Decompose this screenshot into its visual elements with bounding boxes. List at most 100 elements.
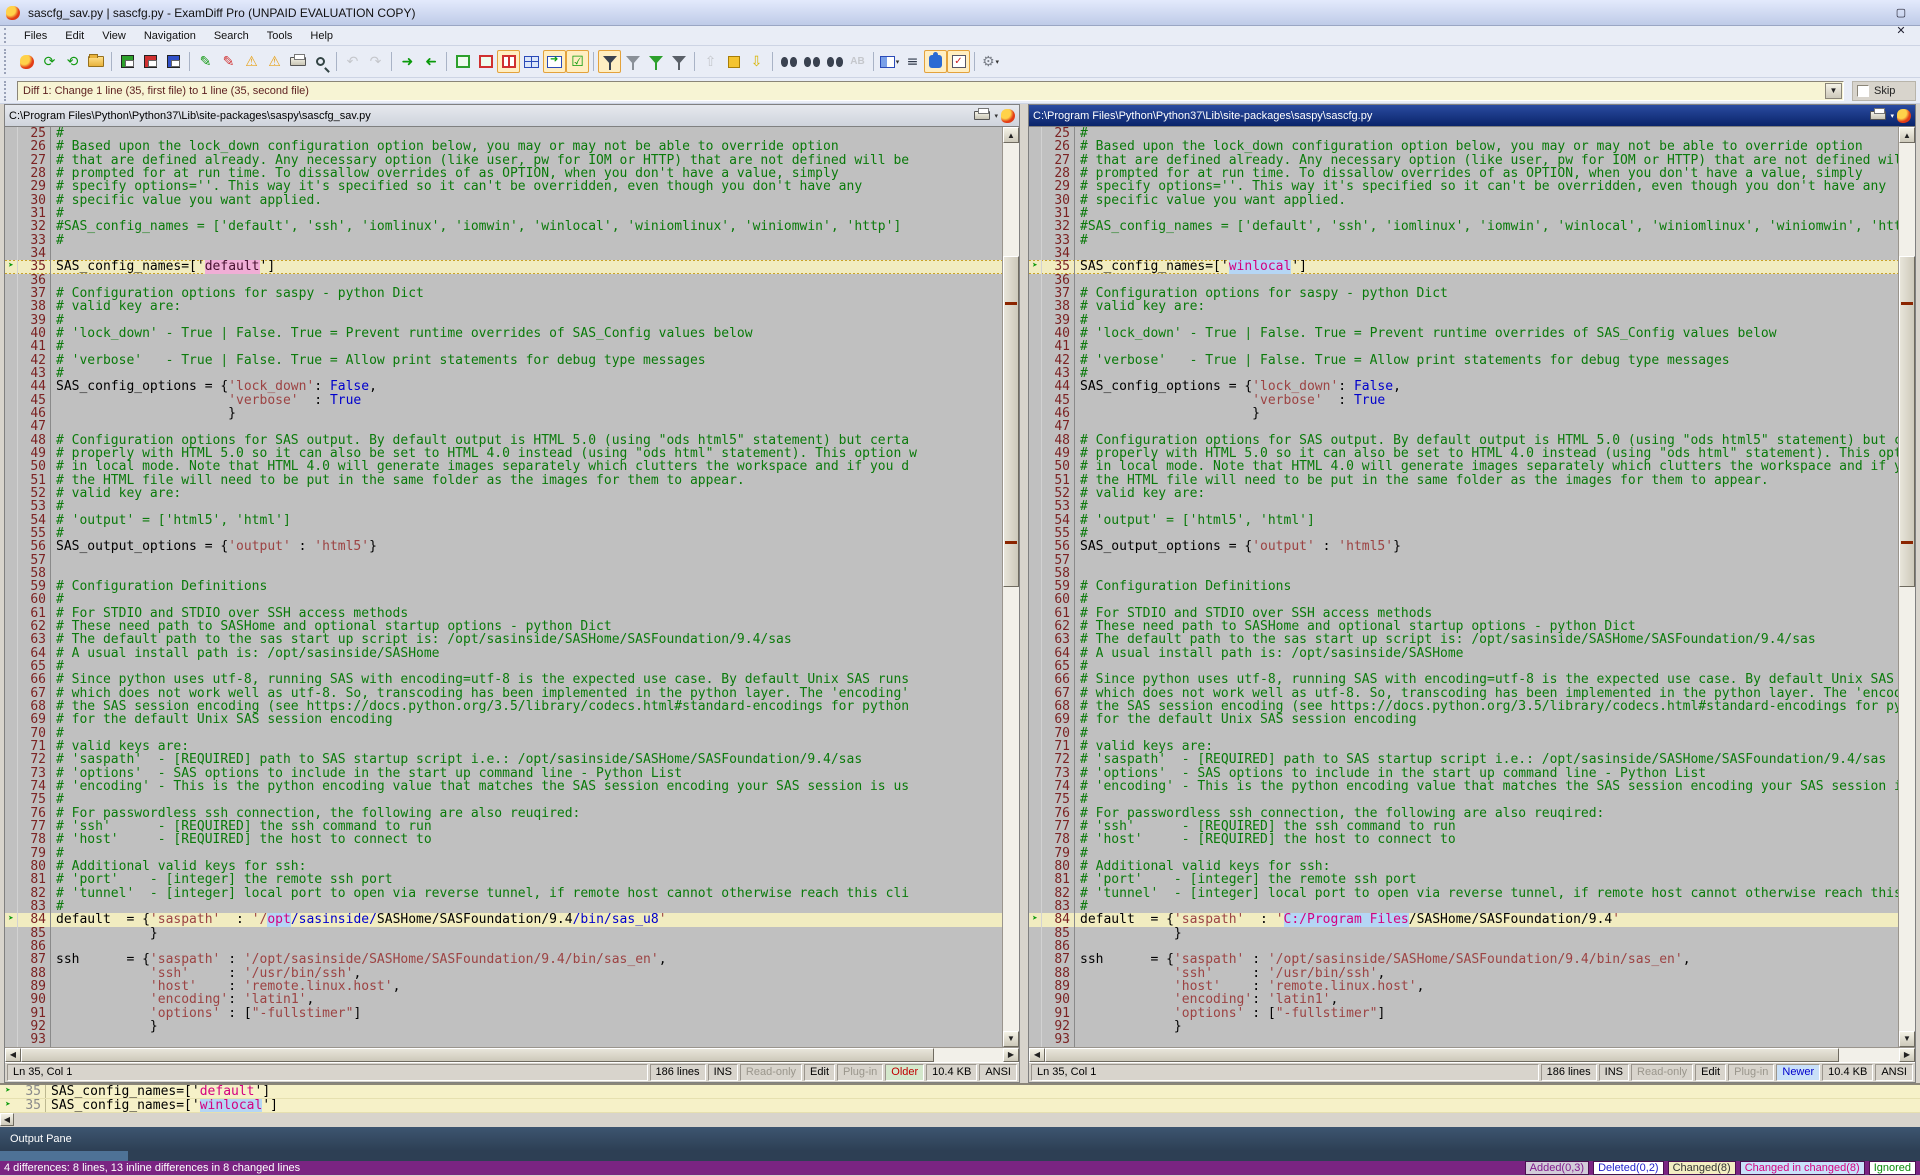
detail-scroll-left-icon[interactable]: ◀ [0,1113,14,1126]
diff-combo-dropdown-icon[interactable]: ▼ [1825,83,1842,99]
scrollbar-thumb[interactable] [1045,1048,1839,1062]
pane-header[interactable]: C:\Program Files\Python\Python37\Lib\sit… [1029,105,1915,126]
save-second-file-icon[interactable] [139,50,162,73]
output-pane-header[interactable]: Output Pane [0,1127,1920,1151]
scroll-down-icon[interactable]: ▼ [1003,1031,1019,1047]
code-line: 44SAS_config_options = {'lock_down': Fal… [5,380,1002,393]
line-number: 32 [1042,220,1075,233]
edit-options-icon[interactable]: ✓ [947,50,970,73]
panes-layout-icon[interactable]: ▾ [878,50,901,73]
filter-badge-cic[interactable]: Changed in changed(8) [1740,1161,1865,1175]
line-details-icon[interactable]: ≡ [901,50,924,73]
undo-icon[interactable]: ↶ [341,50,364,73]
horizontal-scrollbar[interactable]: ◀▶ [1029,1047,1915,1062]
sync-scrolling-icon[interactable] [543,50,566,73]
vertical-scrollbar[interactable]: ▲▼ [1002,127,1019,1047]
filter-badge-added[interactable]: Added(0,3) [1525,1161,1589,1175]
print-preview-icon[interactable] [309,50,332,73]
pane-compare-icon[interactable] [1001,109,1015,123]
code-editor[interactable]: 25#26# Based upon the lock_down configur… [1029,127,1898,1047]
backup-first-file-icon[interactable]: ⚠ [240,50,263,73]
line-number: 92 [1042,1020,1075,1033]
code-line: 61# For STDIO and STDIO over SSH access … [1029,607,1898,620]
last-difference-icon[interactable]: ⇩ [745,50,768,73]
filter-badge-deleted[interactable]: Deleted(0,2) [1593,1161,1664,1175]
toolbar-grip[interactable] [4,28,11,43]
code-text: # valid key are: [51,300,1002,313]
show-identical-lines-icon[interactable] [451,50,474,73]
vertical-scrollbar[interactable]: ▲▼ [1898,127,1915,1047]
pane-print-icon[interactable] [974,111,990,120]
close-button[interactable]: ✕ [1888,22,1914,40]
auto-recompare-icon[interactable]: ☑ [566,50,589,73]
menu-item-navigation[interactable]: Navigation [135,28,205,44]
scroll-left-icon[interactable]: ◀ [5,1048,21,1062]
open-files-icon[interactable] [84,50,107,73]
toolbar-grip[interactable] [4,81,11,101]
next-difference-icon[interactable]: ➜ [396,50,419,73]
status-cell-older: Older [885,1064,924,1081]
pane-print-dropdown-icon[interactable]: ▾ [994,112,998,120]
compare-files-icon[interactable] [15,50,38,73]
scrollbar-thumb[interactable] [21,1048,934,1062]
output-pane-tab[interactable] [0,1151,128,1161]
show-changed-lines-icon[interactable] [497,50,520,73]
skip-checkbox[interactable] [1857,85,1869,97]
filter-none-icon[interactable] [621,50,644,73]
horizontal-scrollbar[interactable]: ◀▶ [5,1047,1019,1062]
settings-icon[interactable]: ⚙▾ [979,50,1002,73]
split-view-icon[interactable] [520,50,543,73]
edit-first-file-icon[interactable]: ✎ [194,50,217,73]
menu-item-search[interactable]: Search [205,28,258,44]
scrollbar-thumb[interactable] [1003,256,1019,587]
filter-include-icon[interactable] [644,50,667,73]
menu-item-edit[interactable]: Edit [56,28,93,44]
menu-item-help[interactable]: Help [301,28,342,44]
output-pane-title: Output Pane [10,1133,72,1145]
save-both-files-icon[interactable] [162,50,185,73]
diff-detail-row[interactable]: ➤35SAS_config_names=['winlocal'] [0,1099,1920,1113]
edit-second-file-icon[interactable]: ✎ [217,50,240,73]
pane-compare-icon[interactable] [1897,109,1911,123]
pane-header[interactable]: C:\Program Files\Python\Python37\Lib\sit… [5,105,1019,126]
backup-second-file-icon[interactable]: ⚠ [263,50,286,73]
find-icon[interactable] [777,50,800,73]
filter-badge-ignored[interactable]: Ignored [1869,1161,1916,1175]
redo-icon[interactable]: ↷ [364,50,387,73]
prev-difference-icon[interactable]: ➜ [419,50,442,73]
plugins-icon[interactable] [924,50,947,73]
print-icon[interactable] [286,50,309,73]
scrollbar-thumb[interactable] [1899,256,1915,587]
pane-print-icon[interactable] [1870,111,1886,120]
toolbar-grip[interactable] [4,49,11,74]
current-diff-combo[interactable]: Diff 1: Change 1 line (35, first file) t… [17,81,1844,101]
scroll-right-icon[interactable]: ▶ [1003,1048,1019,1062]
save-first-file-icon[interactable] [116,50,139,73]
menu-item-files[interactable]: Files [15,28,56,44]
filter-exclude-icon[interactable] [667,50,690,73]
pane-print-dropdown-icon[interactable]: ▾ [1890,112,1894,120]
refresh-files-icon[interactable]: ⟲ [61,50,84,73]
code-line: 63# The default path to the sas start up… [5,633,1002,646]
current-difference-icon[interactable] [722,50,745,73]
filter-badge-changed[interactable]: Changed(8) [1668,1161,1736,1175]
code-editor[interactable]: 25#26# Based upon the lock_down configur… [5,127,1002,1047]
maximize-button[interactable]: ▢ [1888,4,1914,22]
scroll-right-icon[interactable]: ▶ [1899,1048,1915,1062]
show-deleted-lines-icon[interactable] [474,50,497,73]
line-number: 63 [18,633,51,646]
filter-show-all-icon[interactable] [598,50,621,73]
scroll-up-icon[interactable]: ▲ [1899,127,1915,143]
scroll-down-icon[interactable]: ▼ [1899,1031,1915,1047]
recompare-icon[interactable]: ⟳ [38,50,61,73]
diff-detail-row[interactable]: ➤35SAS_config_names=['default'] [0,1085,1920,1099]
diff-detail-pane[interactable]: ➤35SAS_config_names=['default']➤35SAS_co… [0,1083,1920,1113]
first-difference-icon[interactable]: ⇧ [699,50,722,73]
match-case-icon[interactable]: AB [846,50,869,73]
scroll-left-icon[interactable]: ◀ [1029,1048,1045,1062]
find-next-icon[interactable] [800,50,823,73]
menu-item-view[interactable]: View [93,28,135,44]
find-prev-icon[interactable] [823,50,846,73]
menu-item-tools[interactable]: Tools [258,28,302,44]
scroll-up-icon[interactable]: ▲ [1003,127,1019,143]
